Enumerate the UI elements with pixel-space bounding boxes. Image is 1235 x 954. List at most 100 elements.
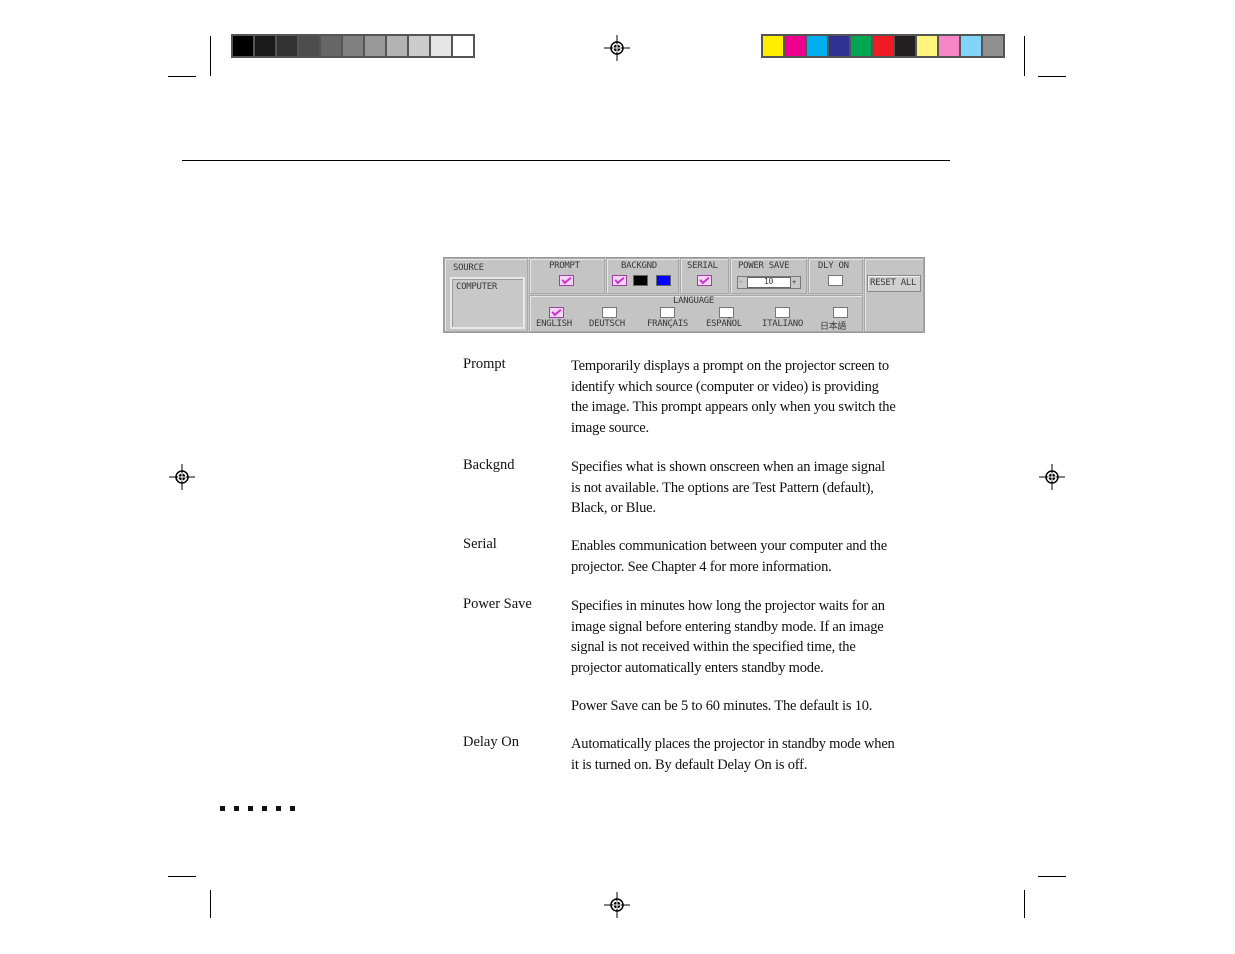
serial-checkbox[interactable]: [697, 275, 712, 286]
crop-mark: [1024, 36, 1025, 76]
power-save-decrement[interactable]: -: [739, 278, 743, 286]
prompt-checkbox[interactable]: [559, 275, 574, 286]
reset-all-button[interactable]: RESET ALL: [867, 275, 921, 292]
description-line: projector. See Chapter 4 for more inform…: [571, 558, 832, 575]
registration-mark-icon: [604, 35, 630, 61]
gray-swatch: [343, 36, 363, 56]
power-save-value: 10: [764, 277, 774, 286]
color-swatch: [763, 36, 783, 56]
page-marker-dot: [248, 806, 253, 811]
backgnd-black-option[interactable]: [633, 275, 648, 286]
power-save-section: POWER SAVE - 10 +: [730, 258, 807, 294]
backgnd-section: BACKGND: [606, 258, 679, 294]
language-checkbox[interactable]: [833, 307, 848, 318]
registration-mark-icon: [604, 892, 630, 918]
power-save-value-field[interactable]: 10: [747, 277, 791, 288]
description-line: Enables communication between your compu…: [571, 538, 887, 554]
color-calibration-bar: [761, 34, 1005, 58]
gray-swatch: [453, 36, 473, 56]
language-option-label: FRANÇAIS: [647, 319, 688, 329]
gray-swatch: [431, 36, 451, 56]
power-save-slider[interactable]: - 10 +: [737, 276, 801, 289]
definition-term: Serial: [463, 536, 497, 552]
crop-mark: [168, 876, 196, 877]
prompt-section: PROMPT: [529, 258, 605, 294]
crop-mark: [1024, 890, 1025, 918]
language-checkbox[interactable]: [775, 307, 790, 318]
crop-mark: [1038, 876, 1066, 877]
backgnd-blue-option[interactable]: [656, 275, 671, 286]
definition-term: Prompt: [463, 356, 506, 372]
dly-on-checkbox[interactable]: [828, 275, 843, 286]
serial-label: SERIAL: [687, 261, 718, 271]
language-checkbox[interactable]: [602, 307, 617, 318]
language-checkbox[interactable]: [719, 307, 734, 318]
description-line: projector automatically enters standby m…: [571, 660, 824, 677]
page-marker-dot: [220, 806, 225, 811]
reset-all-label: RESET ALL: [870, 278, 917, 288]
color-swatch: [983, 36, 1003, 56]
gray-swatch: [299, 36, 319, 56]
serial-section: SERIAL: [680, 258, 729, 294]
description-line: Specifies in minutes how long the projec…: [571, 598, 885, 614]
description-line: signal is not received within the specif…: [571, 639, 856, 656]
definition-description: Specifies what is shown onscreen when an…: [571, 457, 916, 519]
source-select[interactable]: COMPUTER: [450, 277, 525, 329]
power-save-label: POWER SAVE: [738, 261, 790, 271]
crop-mark: [210, 36, 211, 76]
language-option-label: 日本語: [820, 322, 847, 332]
source-label: SOURCE: [453, 263, 484, 273]
language-label: LANGUAGE: [673, 296, 714, 306]
definition-description: Power Save can be 5 to 60 minutes. The d…: [571, 696, 916, 717]
crop-mark: [210, 890, 211, 918]
description-line: Power Save can be 5 to 60 minutes. The d…: [571, 698, 873, 714]
definition-term: Delay On: [463, 734, 519, 750]
language-checkbox[interactable]: [660, 307, 675, 318]
dly-on-section: DLY ON: [808, 258, 863, 294]
color-swatch: [829, 36, 849, 56]
color-swatch: [807, 36, 827, 56]
dly-on-label: DLY ON: [818, 261, 849, 271]
language-option-label: DEUTSCH: [589, 319, 625, 329]
definition-description: Enables communication between your compu…: [571, 536, 916, 577]
language-section: LANGUAGE ENGLISH DEUTSCH FRANÇAIS ESPAÑOL IT…: [529, 295, 863, 332]
source-value: COMPUTER: [456, 282, 497, 292]
header-rule: [182, 160, 950, 161]
gray-swatch: [277, 36, 297, 56]
description-line: is not available. The options are Test P…: [571, 479, 874, 496]
page-marker: [220, 806, 295, 811]
color-swatch: [917, 36, 937, 56]
color-swatch: [785, 36, 805, 56]
prompt-label: PROMPT: [549, 261, 580, 271]
description-line: image source.: [571, 420, 649, 437]
gray-swatch: [321, 36, 341, 56]
language-option-label: ENGLISH: [536, 319, 572, 329]
projector-settings-panel: SOURCE COMPUTER PROMPT BACKGND SERIAL PO…: [443, 257, 925, 333]
definition-description: Specifies in minutes how long the projec…: [571, 596, 916, 679]
language-checkbox[interactable]: [549, 307, 564, 318]
description-line: Specifies what is shown onscreen when an…: [571, 459, 885, 475]
crop-mark: [1038, 76, 1066, 77]
page-marker-dot: [290, 806, 295, 811]
reset-section: RESET ALL: [864, 258, 924, 332]
source-section: SOURCE COMPUTER: [444, 258, 528, 332]
description-line: identify which source (computer or video…: [571, 378, 879, 395]
page-marker-dot: [262, 806, 267, 811]
color-swatch: [939, 36, 959, 56]
description-line: the image. This prompt appears only when…: [571, 399, 896, 416]
power-save-increment[interactable]: +: [792, 278, 796, 286]
definition-description: Automatically places the projector in st…: [571, 734, 916, 775]
page-marker-dot: [276, 806, 281, 811]
language-option-label: ESPAÑOL: [706, 319, 742, 329]
color-swatch: [961, 36, 981, 56]
color-swatch: [873, 36, 893, 56]
description-line: Automatically places the projector in st…: [571, 736, 895, 752]
color-swatch: [895, 36, 915, 56]
gray-swatch: [255, 36, 275, 56]
backgnd-test-pattern-option[interactable]: [612, 275, 627, 286]
color-swatch: [851, 36, 871, 56]
crop-mark: [168, 76, 196, 77]
gray-swatch: [409, 36, 429, 56]
grayscale-calibration-bar: [231, 34, 475, 58]
definition-description: Temporarily displays a prompt on the pro…: [571, 356, 916, 439]
